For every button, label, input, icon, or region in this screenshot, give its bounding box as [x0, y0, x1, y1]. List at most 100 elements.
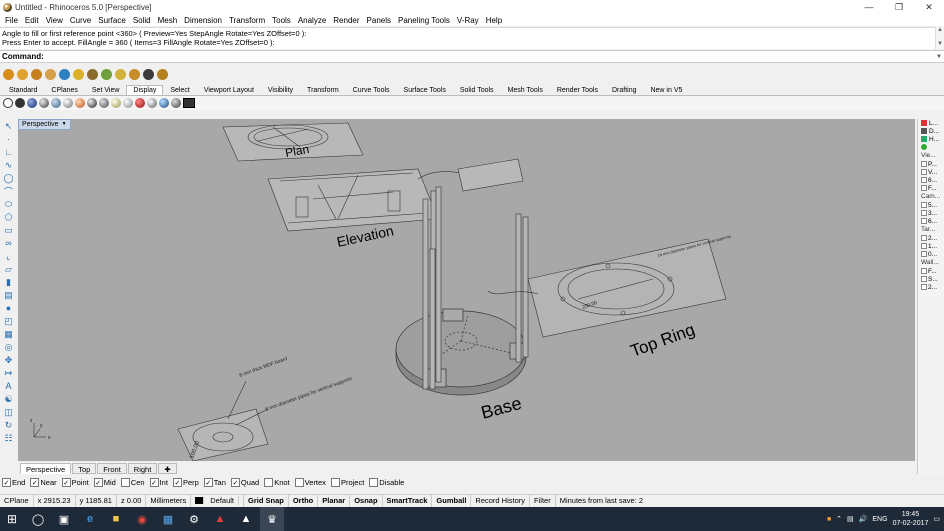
display-mode-icon[interactable]: [99, 98, 109, 108]
checkbox[interactable]: [921, 202, 927, 208]
lights-icon[interactable]: [111, 98, 121, 108]
dimension-icon[interactable]: ↦: [3, 367, 15, 379]
menu-analyze[interactable]: Analyze: [295, 16, 330, 25]
camera-property[interactable]: 3...: [918, 209, 944, 217]
menu-solid[interactable]: Solid: [130, 16, 155, 25]
vray-tools-icon[interactable]: [157, 69, 168, 80]
menu-mesh[interactable]: Mesh: [155, 16, 182, 25]
rhino-taskbar-icon[interactable]: ♛: [260, 507, 284, 531]
cylinder-icon[interactable]: ◰: [3, 315, 15, 327]
ghosted-icon[interactable]: [39, 98, 49, 108]
file-explorer-icon[interactable]: ■: [104, 507, 128, 531]
target-property[interactable]: 2...: [918, 234, 944, 242]
menu-render[interactable]: Render: [330, 16, 363, 25]
tab-set-view[interactable]: Set View: [85, 85, 127, 95]
extrude-icon[interactable]: ▮: [3, 276, 15, 288]
menu-file[interactable]: File: [2, 16, 22, 25]
checkbox[interactable]: ✓: [203, 478, 213, 487]
tab-render-tools[interactable]: Render Tools: [550, 85, 605, 95]
tab-cplanes[interactable]: CPlanes: [44, 85, 84, 95]
viewport-title[interactable]: Perspective ▼: [18, 119, 71, 130]
osnap-point[interactable]: ✓ Point: [61, 478, 89, 487]
view-property[interactable]: P...: [918, 160, 944, 168]
viewport-tab-top[interactable]: Top: [72, 463, 97, 474]
checkbox[interactable]: [921, 276, 927, 282]
vray-material-icon[interactable]: [31, 69, 42, 80]
camera-property[interactable]: 6...: [918, 217, 944, 225]
search-icon[interactable]: ◯: [26, 507, 50, 531]
render-icon[interactable]: [3, 69, 14, 80]
target-property[interactable]: 1...: [918, 242, 944, 250]
checkbox[interactable]: [921, 210, 927, 216]
free-form-icon[interactable]: ∞: [3, 237, 15, 249]
menu-view[interactable]: View: [43, 16, 67, 25]
transform-icon[interactable]: ✥: [3, 354, 15, 366]
osnap-perp[interactable]: ✓ Perp: [172, 478, 199, 487]
tab-curve-tools[interactable]: Curve Tools: [346, 85, 397, 95]
checkbox[interactable]: [120, 478, 130, 487]
environment-map-icon[interactable]: [147, 98, 157, 108]
checkbox[interactable]: [921, 284, 927, 290]
tab-solid-tools[interactable]: Solid Tools: [453, 85, 501, 95]
osnap-near[interactable]: ✓ Near: [30, 478, 57, 487]
task-view-icon[interactable]: ▣: [52, 507, 76, 531]
tab-display[interactable]: Display: [126, 85, 164, 95]
point-icon[interactable]: ·: [3, 133, 15, 145]
checkbox[interactable]: ✓: [2, 478, 11, 487]
checkbox[interactable]: [294, 478, 304, 487]
object-properties-icon[interactable]: [921, 144, 927, 150]
show-hidden-icons-icon[interactable]: ⌃: [836, 515, 842, 523]
vray-lights-icon[interactable]: [45, 69, 56, 80]
command-input[interactable]: [45, 51, 934, 62]
osnap-quad[interactable]: ✓ Quad: [230, 478, 259, 487]
mesh-icon[interactable]: ▦: [3, 328, 15, 340]
menu-transform[interactable]: Transform: [226, 16, 269, 25]
polygon-icon[interactable]: ⬠: [3, 211, 15, 223]
tab-standard[interactable]: Standard: [2, 85, 44, 95]
camera-property[interactable]: 5...: [918, 201, 944, 209]
wallpaper-property[interactable]: S...: [918, 275, 944, 283]
osnap-toggle[interactable]: Osnap: [350, 494, 383, 507]
record-history-toggle[interactable]: Record History: [471, 494, 531, 507]
vray-fur-icon[interactable]: [87, 69, 98, 80]
osnap-disable[interactable]: Disable: [369, 478, 404, 487]
arc-icon[interactable]: ⌒: [3, 185, 15, 197]
tab-transform[interactable]: Transform: [300, 85, 346, 95]
draft-angle-icon[interactable]: [171, 98, 181, 108]
xray-icon[interactable]: [51, 98, 61, 108]
vray-proxy-icon[interactable]: [101, 69, 112, 80]
curve-icon[interactable]: ∿: [3, 159, 15, 171]
checkbox[interactable]: ✓: [149, 478, 159, 487]
viewport-tab-right[interactable]: Right: [127, 463, 158, 474]
panel-tab-layers[interactable]: L...: [918, 119, 944, 127]
chrome-icon[interactable]: ◉: [130, 507, 154, 531]
restore-icon[interactable]: ❐: [884, 0, 914, 14]
sphere-icon[interactable]: ●: [3, 302, 15, 314]
photos-icon[interactable]: ▦: [156, 507, 180, 531]
text-icon[interactable]: A: [3, 380, 15, 392]
menu-paneling-tools[interactable]: Paneling Tools: [395, 16, 454, 25]
checkbox[interactable]: [921, 268, 927, 274]
checkbox[interactable]: ✓: [30, 478, 40, 487]
tab-mesh-tools[interactable]: Mesh Tools: [501, 85, 550, 95]
chevron-down-icon[interactable]: ▼: [934, 54, 944, 60]
wallpaper-property[interactable]: F...: [918, 267, 944, 275]
perspective-viewport[interactable]: Plan Elevation Base 250.00 16 mm diamete…: [18, 119, 915, 461]
checkbox[interactable]: [921, 243, 927, 249]
surface-icon[interactable]: ▱: [3, 263, 15, 275]
acrobat-icon[interactable]: ▲: [208, 507, 232, 531]
checkbox[interactable]: [921, 235, 927, 241]
menu-help[interactable]: Help: [483, 16, 506, 25]
zebra-icon[interactable]: [135, 98, 145, 108]
box-icon[interactable]: ▤: [3, 289, 15, 301]
menu-tools[interactable]: Tools: [269, 16, 295, 25]
checkbox[interactable]: [330, 478, 340, 487]
tab-viewport-layout[interactable]: Viewport Layout: [197, 85, 261, 95]
analyze-icon[interactable]: ☯: [3, 393, 15, 405]
artistic-icon[interactable]: [75, 98, 85, 108]
notification-badge-icon[interactable]: ■: [827, 516, 831, 523]
view-property[interactable]: 6...: [918, 176, 944, 184]
view-property[interactable]: F...: [918, 184, 944, 192]
checkbox[interactable]: [369, 478, 379, 487]
pen-icon[interactable]: [87, 98, 97, 108]
